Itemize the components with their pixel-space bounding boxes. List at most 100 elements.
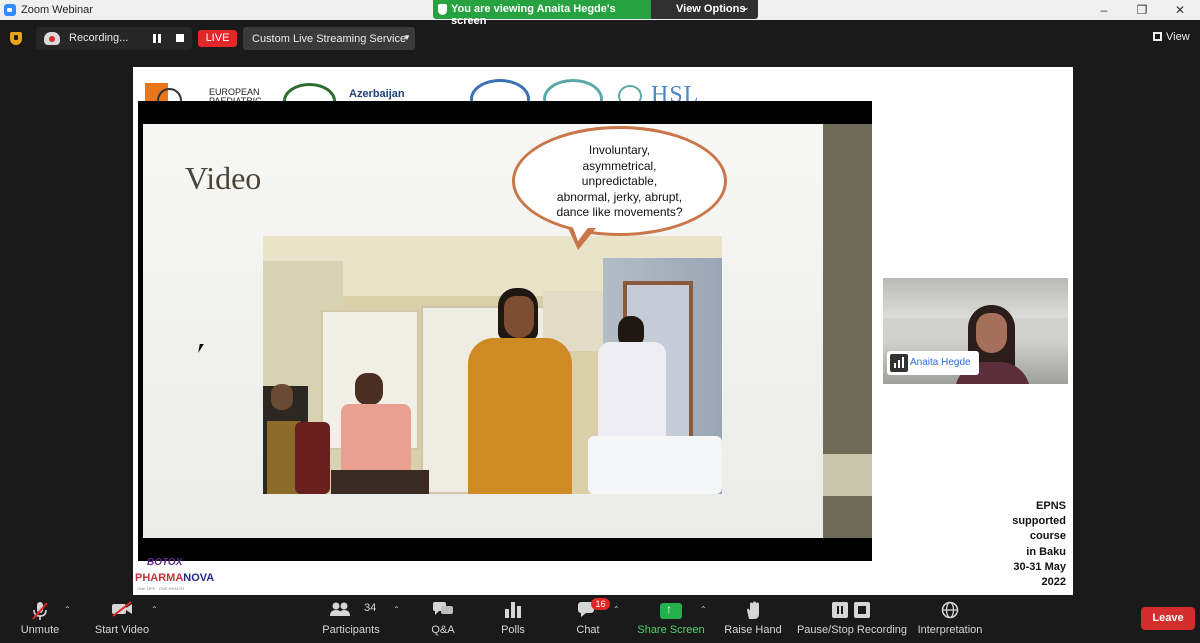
audio-options-caret[interactable]: ⌃	[64, 605, 71, 614]
pause-stop-icons	[832, 602, 870, 618]
stream-service-label: Custom Live Streaming Service	[252, 33, 407, 45]
screen-share-banner: You are viewing Anaita Hegde's screen	[433, 0, 651, 27]
stop-recording-icon[interactable]	[176, 34, 184, 42]
security-shield-icon[interactable]	[10, 32, 22, 45]
view-label: View	[1166, 31, 1190, 43]
polls-label: Polls	[501, 624, 525, 636]
raise-hand-label: Raise Hand	[724, 624, 782, 636]
caret-down-icon: ▼	[403, 33, 411, 42]
pause-stop-recording-button[interactable]: Pause/Stop Recording	[796, 595, 908, 643]
course-note-line-6: 2022	[1041, 576, 1066, 589]
course-note-line-2: supported	[1012, 515, 1066, 528]
window-title: Zoom Webinar	[21, 4, 93, 16]
raise-hand-icon	[747, 601, 759, 619]
share-screen-button[interactable]: Share Screen	[636, 595, 706, 643]
participant-video-tile[interactable]: Anaita Hegde	[883, 278, 1068, 384]
muted-microphone-icon	[32, 602, 48, 620]
view-button[interactable]: View	[1153, 31, 1190, 43]
zoom-app-icon	[4, 4, 16, 16]
slide-side-band-middle	[823, 454, 872, 496]
girl-dress	[468, 338, 572, 494]
polls-icon	[505, 602, 521, 618]
shared-screen: EUROPEAN PAEDIATRIC Azerbaijan HSL Video	[133, 67, 1073, 595]
shield-icon	[438, 4, 447, 15]
botox-sponsor-logo: BOTOX	[147, 557, 183, 568]
pharmanova-tagline: ONE LIFE · ONE HEALTH	[137, 586, 185, 591]
bubble-line-4: abnormal, jerky, abrupt,	[556, 189, 683, 204]
bubble-line-5: dance like movements?	[556, 205, 683, 219]
start-video-label: Start Video	[94, 624, 150, 636]
course-note-line-3: course	[1029, 530, 1066, 543]
bubble-line-2: asymmetrical,	[582, 158, 657, 173]
video-options-caret[interactable]: ⌃	[151, 605, 158, 614]
pause-stop-recording-label: Pause/Stop Recording	[796, 624, 908, 636]
participants-icon	[329, 602, 350, 616]
interpretation-label: Interpretation	[917, 624, 983, 636]
standing-woman-top	[598, 342, 666, 447]
course-note-line-4: in Baku	[1026, 545, 1066, 558]
chat-unread-badge: 16	[591, 598, 610, 610]
live-badge: LIVE	[198, 30, 237, 47]
examination-bed	[588, 436, 722, 494]
leave-button[interactable]: Leave	[1141, 607, 1195, 630]
participants-count: 34	[364, 602, 377, 614]
participant-name: Anaita Hegde	[910, 357, 971, 368]
interpretation-button[interactable]: Interpretation	[914, 595, 986, 643]
slide-title: Video	[185, 160, 262, 196]
unmute-label: Unmute	[20, 624, 60, 636]
meeting-controls-bar: Unmute ⌃ Start Video ⌃ Participants 34 ⌃…	[0, 595, 1200, 643]
view-options-label: View Options	[676, 3, 746, 15]
participants-label: Participants	[322, 624, 380, 636]
recording-label: Recording...	[69, 32, 129, 44]
chat-label: Chat	[576, 624, 600, 636]
globe-icon	[941, 601, 959, 619]
live-stream-service-dropdown[interactable]: Custom Live Streaming Service ▼	[243, 27, 415, 50]
speech-bubble: Involuntary, asymmetrical, unpredictable…	[512, 126, 727, 236]
signal-bars-icon	[890, 354, 908, 372]
pause-recording-icon[interactable]	[153, 34, 161, 43]
video-off-icon	[112, 601, 132, 617]
slide-side-band-bottom	[823, 496, 872, 538]
start-video-button[interactable]: Start Video	[92, 595, 152, 643]
bubble-line-1: Involuntary,	[588, 143, 651, 157]
qa-icon	[433, 602, 453, 615]
participant-face	[976, 313, 1007, 353]
speech-bubble-tail	[568, 225, 596, 250]
presentation-window: Video Involuntary, asymmetrical, unpredi…	[138, 101, 872, 561]
course-note: EPNS supported course in Baku 30-31 May …	[993, 499, 1066, 590]
chat-options-caret[interactable]: ⌃	[613, 605, 620, 614]
azerbaijan-logo-text: Azerbaijan	[349, 88, 405, 100]
chevron-down-icon: ⌄	[742, 2, 750, 12]
participants-options-caret[interactable]: ⌃	[393, 605, 400, 614]
share-screen-icon	[660, 602, 682, 619]
course-note-line-1: EPNS	[1036, 500, 1066, 512]
share-screen-label: Share Screen	[637, 624, 705, 636]
polls-button[interactable]: Polls	[492, 595, 534, 643]
unmute-button[interactable]: Unmute	[10, 595, 70, 643]
qa-label: Q&A	[431, 624, 455, 636]
bubble-line-3: unpredictable,	[581, 174, 658, 188]
chair	[295, 422, 330, 494]
recording-indicator: Recording...	[36, 27, 192, 50]
desk	[331, 470, 429, 494]
close-icon[interactable]: ✕	[1170, 2, 1190, 18]
cloud-recording-icon	[44, 32, 60, 45]
pharmanova-sponsor-logo: PHARMANOVA	[135, 572, 214, 584]
seated-woman-head	[271, 384, 293, 410]
view-options-button[interactable]: View Options ⌄	[651, 0, 758, 19]
qa-button[interactable]: Q&A	[420, 595, 466, 643]
patient-video-frame	[263, 236, 722, 494]
course-note-line-5: 30-31 May	[1013, 560, 1066, 573]
pharmanova-part-b: NOVA	[183, 572, 215, 584]
share-options-caret[interactable]: ⌃	[700, 605, 707, 614]
restore-icon[interactable]: ❐	[1132, 2, 1152, 18]
slide: Video Involuntary, asymmetrical, unpredi…	[143, 124, 823, 538]
participant-name-tag: Anaita Hegde	[887, 351, 979, 375]
slide-side-band-top	[823, 124, 872, 454]
share-banner-text: You are viewing Anaita Hegde's screen	[451, 3, 616, 27]
pharmanova-part-a: PHARMA	[135, 572, 184, 584]
minimize-icon[interactable]: –	[1094, 2, 1114, 18]
girl-face	[504, 296, 534, 338]
raise-hand-button[interactable]: Raise Hand	[724, 595, 782, 643]
speech-bubble-text: Involuntary, asymmetrical, unpredictable…	[515, 143, 724, 221]
